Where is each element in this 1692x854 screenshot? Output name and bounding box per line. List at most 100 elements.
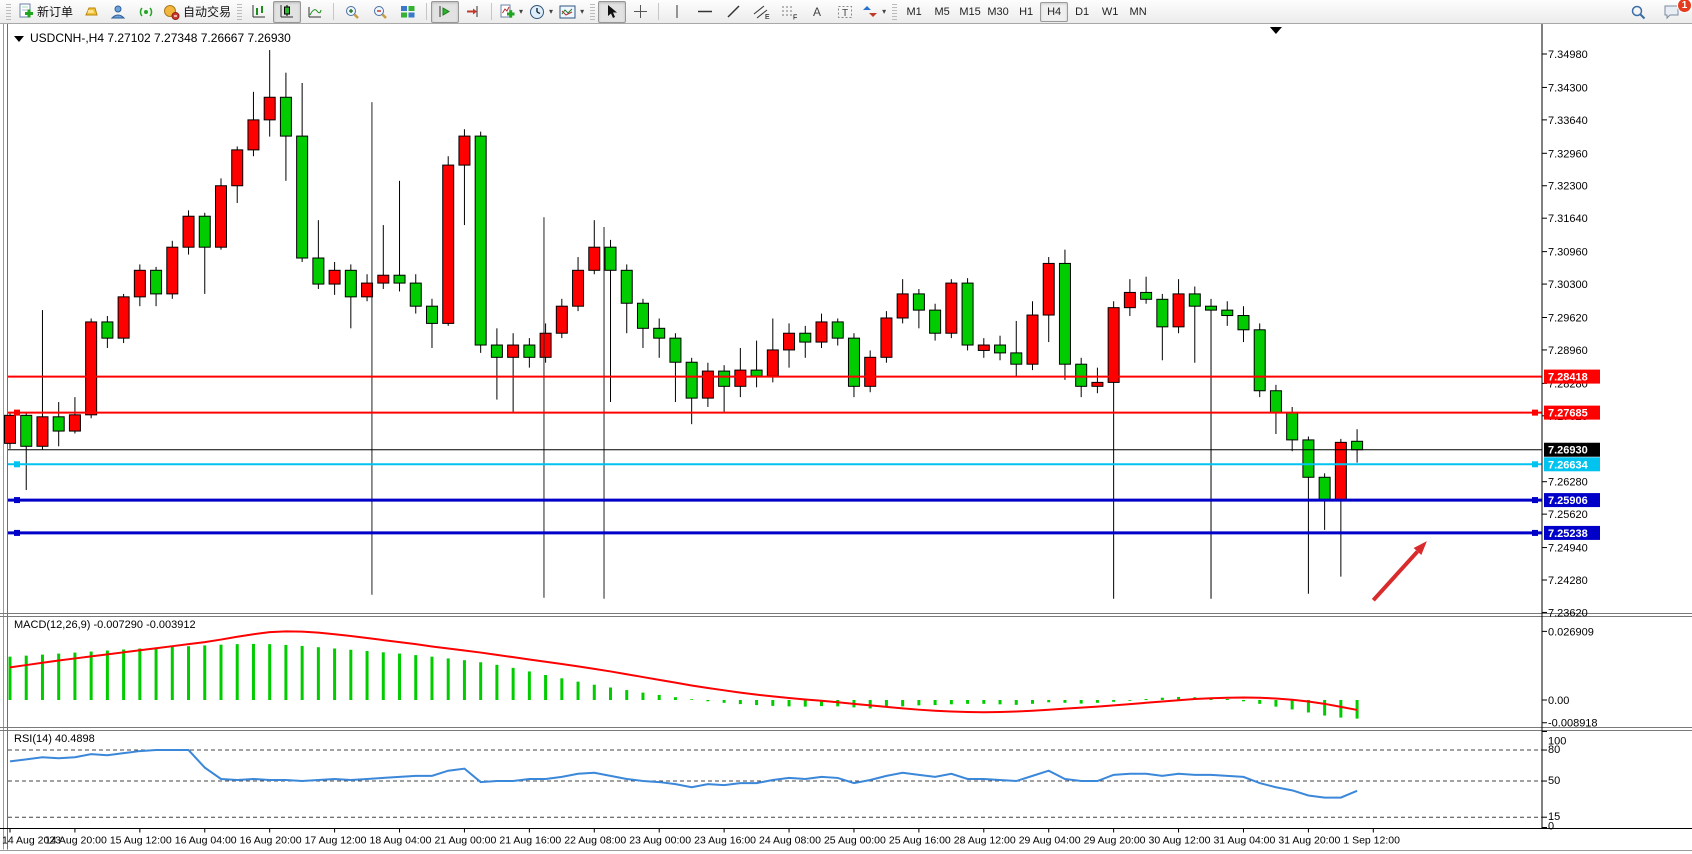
new-order-button[interactable]: 新订单 <box>14 1 76 23</box>
toolbar-grip[interactable] <box>590 4 595 20</box>
text-label-button[interactable]: T <box>831 1 859 23</box>
candle-body <box>865 357 876 386</box>
arrows-icon <box>862 4 878 19</box>
candle-body <box>1270 391 1281 413</box>
zoom-out-button[interactable] <box>366 1 394 23</box>
indicators-button[interactable]: ▾ <box>496 1 526 23</box>
candle-body <box>1352 441 1363 449</box>
candle-body <box>670 338 681 362</box>
bar-chart-button[interactable] <box>245 1 273 23</box>
templates-dropdown-caret: ▾ <box>580 7 584 16</box>
line-handle[interactable] <box>1532 461 1538 467</box>
signals-button[interactable] <box>132 1 160 23</box>
timeframe-mn[interactable]: MN <box>1124 2 1152 22</box>
time-tick-label: 25 Aug 00:00 <box>824 835 886 847</box>
search-icon <box>1630 4 1647 20</box>
signal-icon <box>138 4 155 20</box>
horizontal-line-icon <box>697 4 713 19</box>
price-badge: 7.25906 <box>1544 493 1600 507</box>
price-badge: 7.26634 <box>1544 457 1600 471</box>
candle-body <box>978 345 989 350</box>
line-handle[interactable] <box>1532 530 1538 536</box>
timeframe-h1[interactable]: H1 <box>1012 2 1040 22</box>
candle-body <box>751 370 762 376</box>
timeframe-m1[interactable]: M1 <box>900 2 928 22</box>
cursor-button[interactable] <box>598 1 626 23</box>
channel-button[interactable]: E <box>747 1 775 23</box>
price-tick-label: 7.24940 <box>1548 543 1588 555</box>
candle-body <box>329 270 340 284</box>
line-handle[interactable] <box>1532 410 1538 416</box>
time-tick-label: 15 Aug 12:00 <box>110 835 172 847</box>
text-label-icon: T <box>837 4 854 20</box>
text-button[interactable]: A <box>803 1 831 23</box>
horizontal-line-button[interactable] <box>691 1 719 23</box>
line-handle[interactable] <box>14 410 20 416</box>
candle-body <box>767 350 778 376</box>
periods-button[interactable]: ▾ <box>526 1 556 23</box>
zoom-in-button[interactable] <box>338 1 366 23</box>
timeframe-w1[interactable]: W1 <box>1096 2 1124 22</box>
candle-body <box>1303 440 1314 477</box>
line-chart-button[interactable] <box>301 1 329 23</box>
trendline-button[interactable] <box>719 1 747 23</box>
trendline-icon <box>726 4 741 19</box>
line-handle[interactable] <box>1532 497 1538 503</box>
crosshair-button[interactable] <box>626 1 654 23</box>
candle-body <box>443 165 454 323</box>
cursor-icon <box>605 4 619 19</box>
candle-body <box>53 417 64 431</box>
svg-text:7.26634: 7.26634 <box>1548 459 1589 471</box>
search-button[interactable] <box>1624 1 1652 23</box>
tile-windows-button[interactable] <box>394 1 422 23</box>
tile-windows-icon <box>400 4 416 19</box>
timeframe-m30[interactable]: M30 <box>984 2 1012 22</box>
toolbar-grip[interactable] <box>6 4 11 20</box>
time-tick-label: 29 Aug 20:00 <box>1084 835 1146 847</box>
channel-icon: E <box>753 4 770 20</box>
timeframe-d1[interactable]: D1 <box>1068 2 1096 22</box>
auto-scroll-button[interactable] <box>431 1 459 23</box>
line-handle[interactable] <box>14 497 20 503</box>
time-tick-label: 23 Aug 00:00 <box>629 835 691 847</box>
candle-body <box>118 297 129 338</box>
candle-body <box>832 322 843 338</box>
candle-body <box>362 283 373 297</box>
candle-body <box>183 216 194 247</box>
candlestick-chart-icon <box>279 4 295 19</box>
notifications-button[interactable]: 1 <box>1658 1 1686 23</box>
candle-body <box>426 306 437 323</box>
vertical-line-button[interactable] <box>663 1 691 23</box>
candle-body <box>589 247 600 270</box>
candle-body <box>1254 330 1265 391</box>
templates-button[interactable]: ▾ <box>556 1 587 23</box>
chart-shift-button[interactable] <box>459 1 487 23</box>
arrows-button[interactable]: ▾ <box>859 1 889 23</box>
timeframe-m5[interactable]: M5 <box>928 2 956 22</box>
crosshair-icon <box>633 4 648 19</box>
line-handle[interactable] <box>14 461 20 467</box>
candle-body <box>637 303 648 328</box>
community-button[interactable] <box>104 1 132 23</box>
line-handle[interactable] <box>14 530 20 536</box>
candle-body <box>1141 292 1152 299</box>
candle-body <box>1124 292 1135 307</box>
price-badge: 7.26930 <box>1544 443 1600 457</box>
toolbar-grip[interactable] <box>237 4 242 20</box>
timeframe-m15[interactable]: M15 <box>956 2 984 22</box>
price-tick-label: 7.30960 <box>1548 247 1588 259</box>
timeframe-h4[interactable]: H4 <box>1040 2 1068 22</box>
price-tick-label: 7.32960 <box>1548 148 1588 160</box>
price-tick-label: 7.28960 <box>1548 345 1588 357</box>
candle-body <box>280 97 291 136</box>
gold-button[interactable] <box>76 1 104 23</box>
candle-body <box>995 345 1006 353</box>
auto-trading-button[interactable]: 自动交易 <box>160 1 234 23</box>
candle-body <box>930 310 941 333</box>
fibonacci-button[interactable]: F <box>775 1 803 23</box>
chart-canvas[interactable]: MACD(12,26,9) -0.007290 -0.003912RSI(14)… <box>0 0 1692 854</box>
svg-text:RSI(14) 40.4898: RSI(14) 40.4898 <box>14 733 95 745</box>
price-tick-label: 7.26280 <box>1548 477 1588 489</box>
toolbar-grip[interactable] <box>892 4 897 20</box>
candlestick-chart-button[interactable] <box>273 1 301 23</box>
